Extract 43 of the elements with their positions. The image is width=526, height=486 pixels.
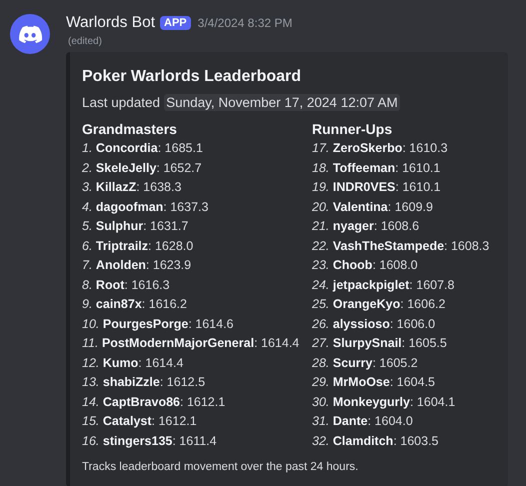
leaderboard-entry: 21. nyager: 1608.6 xyxy=(312,218,420,235)
leaderboard-entry: 16. stingers135: 1611.4 xyxy=(82,432,218,450)
field-heading: Runner-Ups xyxy=(312,121,394,137)
field-heading: Grandmasters xyxy=(82,121,178,137)
leaderboard-entry: 3. KillazZ: 1638.3 xyxy=(82,179,182,196)
leaderboard-entry: 5. Sulphur: 1631.7 xyxy=(82,218,190,235)
leaderboard-entry: 13. shabiZzle: 1612.5 xyxy=(82,374,206,391)
leaderboard-entry: 26. alyssioso: 1606.0 xyxy=(312,316,436,333)
leaderboard-entry: 27. SlurpySnail: 1605.5 xyxy=(312,335,448,352)
message-timestamp: 3/4/2024 8:32 PM xyxy=(198,16,292,30)
leaderboard-entry: 10. PourgesPorge: 1614.6 xyxy=(82,316,234,333)
leaderboard-entry: 28. Scurry: 1605.2 xyxy=(312,354,419,372)
leaderboard-entry: 12. Kumo: 1614.4 xyxy=(82,354,184,372)
bot-avatar-icon[interactable] xyxy=(10,14,50,54)
leaderboard-entry: 24. jetpackpiglet: 1607.8 xyxy=(312,276,456,294)
leaderboard-entry: 23. Choob: 1608.0 xyxy=(312,257,419,274)
embed-footer: Tracks leaderboard movement over the past 24 hours. xyxy=(82,461,496,473)
leaderboard-entry: 7. Anolden: 1623.9 xyxy=(82,257,192,274)
leaderboard-entry: 1. Concordia: 1685.1 xyxy=(82,140,204,157)
updated-label: Last updated xyxy=(82,95,160,110)
leaderboard-entry: 19. INDR0VES: 1610.1 xyxy=(312,179,442,196)
edited-label: (edited) xyxy=(68,36,103,47)
leaderboard-entry: 32. Clamditch: 1603.5 xyxy=(312,432,440,450)
leaderboard-entry: 29. MrMoOse: 1604.5 xyxy=(312,374,436,391)
leaderboard-entry: 22. VashTheStampede: 1608.3 xyxy=(312,238,490,255)
leaderboard-entry: 18. Toffeeman: 1610.1 xyxy=(312,160,442,176)
leaderboard-entry: 31. Dante: 1604.0 xyxy=(312,413,414,430)
leaderboard-entry: 4. dagoofman: 1637.3 xyxy=(82,198,210,216)
leaderboard-entry: 11. PostModernMajorGeneral: 1614.4 xyxy=(82,335,300,352)
leaderboard-entry: 15. Catalyst: 1612.1 xyxy=(82,413,198,430)
author-name[interactable]: Warlords Bot xyxy=(66,14,156,32)
leaderboard-entry: 8. Root: 1616.3 xyxy=(82,276,171,294)
embed-title: Poker Warlords Leaderboard xyxy=(82,68,302,86)
leaderboard-entry: 17. ZeroSkerbo: 1610.3 xyxy=(312,140,449,157)
leaderboard-entry: 2. SkeleJelly: 1652.7 xyxy=(82,160,203,177)
app-badge: APP xyxy=(160,16,191,30)
leaderboard-entry: 20. Valentina: 1609.9 xyxy=(312,198,434,216)
leaderboard-entry: 9. cain87x: 1616.2 xyxy=(82,296,188,313)
leaderboard-entry: 14. CaptBravo86: 1612.1 xyxy=(82,394,226,411)
leaderboard-entry: 30. Monkeygurly: 1604.1 xyxy=(312,394,456,411)
updated-timestamp[interactable]: Sunday, November 17, 2024 12:07 AM xyxy=(164,94,400,111)
leaderboard-entry: 25. OrangeKyo: 1606.2 xyxy=(312,296,446,313)
leaderboard-entry: 6. Triptrailz: 1628.0 xyxy=(82,238,194,255)
